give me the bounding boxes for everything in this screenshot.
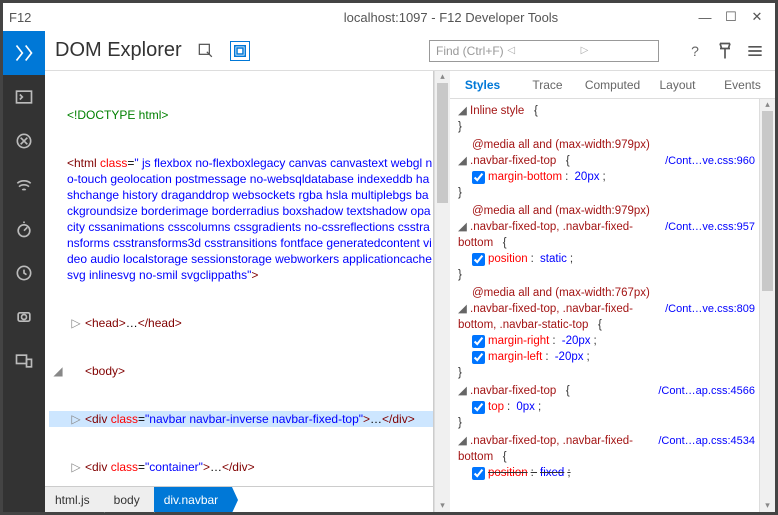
body-node[interactable]: <body> — [85, 363, 433, 379]
dom-scrollbar[interactable]: ▴ ▾ — [434, 71, 450, 512]
prop-toggle[interactable] — [472, 335, 485, 348]
source-link[interactable]: /Cont…ap.css:4566 — [658, 383, 755, 399]
prop-toggle[interactable] — [472, 171, 485, 184]
html-node[interactable]: <html class=" js flexbox no-flexboxlegac… — [67, 155, 433, 283]
sidebar-network-icon[interactable] — [3, 163, 45, 207]
page-title: DOM Explorer — [55, 39, 182, 62]
find-input[interactable]: Find (Ctrl+F) ◁ ▷ — [429, 40, 659, 62]
tab-styles[interactable]: Styles — [450, 74, 515, 96]
titlebar-title: localhost:1097 - F12 Developer Tools — [209, 10, 693, 25]
prop-toggle[interactable] — [472, 401, 485, 414]
style-rule[interactable]: @media all and (max-width:979px) ◢.navba… — [458, 203, 755, 283]
scroll-down-icon[interactable]: ▾ — [435, 500, 450, 512]
style-rule[interactable]: ◢.navbar-fixed-top, .navbar-fixed-bottom… — [458, 433, 755, 481]
div-navbar-node[interactable]: <div class="navbar navbar-inverse navbar… — [85, 411, 433, 427]
style-rule[interactable]: @media all and (max-width:767px) ◢.navba… — [458, 285, 755, 381]
tab-trace[interactable]: Trace — [515, 74, 580, 96]
tool-sidebar — [3, 31, 45, 512]
titlebar-left: F12 — [9, 10, 209, 25]
scroll-thumb[interactable] — [762, 111, 773, 291]
collapse-icon[interactable]: ◢ — [49, 363, 67, 379]
tab-layout[interactable]: Layout — [645, 74, 710, 96]
sidebar-console-icon[interactable] — [3, 75, 45, 119]
source-link[interactable]: /Cont…ap.css:4534 — [658, 433, 755, 465]
breadcrumb: html.js body div.navbar — [45, 486, 433, 512]
head-node[interactable]: <head>…</head> — [85, 315, 433, 331]
select-element-icon[interactable] — [196, 41, 216, 61]
prop-toggle[interactable] — [472, 467, 485, 480]
breadcrumb-html[interactable]: html.js — [45, 487, 104, 512]
minimize-button[interactable]: — — [693, 7, 717, 27]
expand-icon[interactable]: ▷ — [67, 411, 85, 427]
sidebar-ui-responsiveness-icon[interactable] — [3, 207, 45, 251]
styles-pane: Styles Trace Computed Layout Events ◢Inl… — [450, 71, 775, 512]
tab-computed[interactable]: Computed — [580, 74, 645, 96]
pin-icon[interactable] — [715, 41, 735, 61]
sidebar-memory-icon[interactable] — [3, 295, 45, 339]
sidebar-emulation-icon[interactable] — [3, 339, 45, 383]
sidebar-debugger-icon[interactable] — [3, 119, 45, 163]
source-link[interactable]: /Cont…ve.css:960 — [665, 153, 755, 169]
find-prev-icon[interactable]: ◁ — [505, 45, 578, 56]
settings-lines-icon[interactable] — [745, 41, 765, 61]
highlight-icon[interactable] — [230, 41, 250, 61]
tab-events[interactable]: Events — [710, 74, 775, 96]
expand-icon[interactable]: ▷ — [67, 315, 85, 331]
find-placeholder: Find (Ctrl+F) — [436, 44, 505, 58]
scroll-down-icon[interactable]: ▾ — [760, 500, 775, 512]
styles-tabs: Styles Trace Computed Layout Events — [450, 71, 775, 99]
styles-scrollbar[interactable]: ▴ ▾ — [759, 99, 775, 512]
prop-toggle[interactable] — [472, 351, 485, 364]
source-link[interactable]: /Cont…ve.css:957 — [665, 219, 755, 251]
toolbar: DOM Explorer Find (Ctrl+F) ◁ ▷ ? — [45, 31, 775, 71]
sidebar-dom-icon[interactable] — [3, 31, 45, 75]
prop-toggle[interactable] — [472, 253, 485, 266]
breadcrumb-body[interactable]: body — [104, 487, 154, 512]
help-icon[interactable]: ? — [685, 41, 705, 61]
scroll-up-icon[interactable]: ▴ — [435, 71, 450, 83]
div-container-node[interactable]: <div class="container">…</div> — [85, 459, 433, 475]
titlebar: F12 localhost:1097 - F12 Developer Tools… — [3, 3, 775, 31]
scroll-thumb[interactable] — [437, 83, 448, 203]
find-next-icon[interactable]: ▷ — [579, 45, 652, 56]
doctype-node[interactable]: <!DOCTYPE html> — [67, 107, 433, 123]
breadcrumb-div[interactable]: div.navbar — [154, 487, 232, 512]
expand-icon[interactable]: ▷ — [67, 459, 85, 475]
style-rule[interactable]: ◢Inline style { } — [458, 103, 755, 135]
dom-tree-pane: <!DOCTYPE html> <html class=" js flexbox… — [45, 71, 434, 512]
sidebar-profiler-icon[interactable] — [3, 251, 45, 295]
style-rule[interactable]: @media all and (max-width:979px) ◢.navba… — [458, 137, 755, 201]
source-link[interactable]: /Cont…ve.css:809 — [665, 301, 755, 333]
style-rule[interactable]: ◢.navbar-fixed-top {/Cont…ap.css:4566 to… — [458, 383, 755, 431]
maximize-button[interactable]: ☐ — [719, 7, 743, 27]
close-button[interactable]: ✕ — [745, 7, 769, 27]
scroll-up-icon[interactable]: ▴ — [760, 99, 775, 111]
